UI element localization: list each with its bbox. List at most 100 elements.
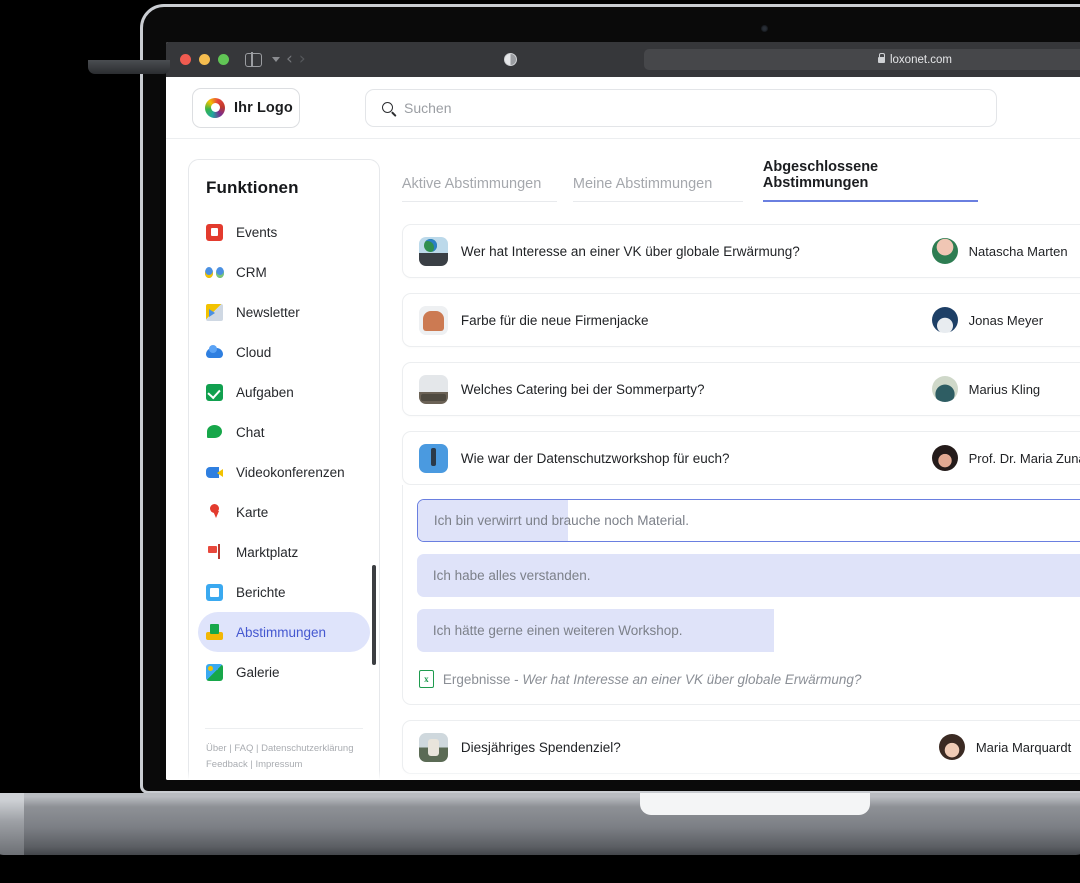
tab-meine-abstimmungen[interactable]: Meine Abstimmungen (572, 176, 743, 202)
poll-title: Welches Catering bei der Sommerparty? (460, 381, 705, 397)
chevron-down-icon[interactable] (272, 57, 280, 62)
poll-option-label: Ich habe alles verstanden. (432, 568, 591, 583)
sidebar-nav: Events CRM Newsletter Cloud Aufgaben Cha… (189, 212, 379, 718)
report-document-icon (206, 583, 223, 601)
avatar (938, 734, 965, 760)
cloud-icon (206, 344, 223, 361)
map-pin-icon (206, 503, 223, 521)
poll-author: Marius Kling (931, 376, 1080, 402)
tab-bar: Aktive Abstimmungen Meine Abstimmungen A… (401, 159, 1080, 202)
body-area: Funktionen Events CRM Newsletter Cloud A… (166, 139, 1080, 780)
sidebar-item-galerie[interactable]: Galerie (198, 652, 370, 692)
author-name: Marius Kling (968, 381, 1041, 397)
sidebar-toggle-icon[interactable] (245, 51, 262, 68)
sweater-thumbnail (418, 305, 448, 335)
sidebar-item-label: Karte (236, 504, 269, 520)
poll-author: Natascha Marten (931, 238, 1080, 264)
sidebar-item-label: Abstimmungen (236, 624, 327, 640)
poll-option[interactable]: Ich hätte gerne einen weiteren Workshop. (416, 609, 1080, 652)
poll-option-label: Ich bin verwirrt und brauche noch Materi… (433, 513, 689, 528)
sidebar-item-chat[interactable]: Chat (198, 412, 370, 452)
sidebar-item-abstimmungen[interactable]: Abstimmungen (198, 612, 370, 652)
sidebar-item-marktplatz[interactable]: Marktplatz (198, 532, 370, 572)
device-thumbnail (418, 443, 448, 473)
poll-list: Wer hat Interesse an einer VK über globa… (401, 224, 1080, 774)
sidebar-item-newsletter[interactable]: Newsletter (198, 292, 370, 332)
laptop-base-left-edge (0, 793, 24, 855)
table-row[interactable]: Diesjähriges Spendenziel? Maria Marquard… (401, 720, 1080, 774)
sidebar: Funktionen Events CRM Newsletter Cloud A… (188, 159, 380, 780)
author-name: Prof. Dr. Maria Zunade-Elster (968, 450, 1080, 466)
globe-thumbnail (418, 236, 448, 266)
tab-abgeschlossene-abstimmungen[interactable]: Abgeschlossene Abstimmungen (762, 159, 978, 202)
brand-ring-icon (205, 97, 225, 118)
minimize-window-button[interactable] (199, 54, 210, 65)
sidebar-item-label: Aufgaben (236, 384, 294, 400)
sidebar-item-aufgaben[interactable]: Aufgaben (198, 372, 370, 412)
search-placeholder: Suchen (404, 99, 452, 116)
window-controls[interactable] (180, 54, 229, 65)
webcam-icon (761, 25, 768, 32)
sidebar-item-karte[interactable]: Karte (198, 492, 370, 532)
table-row[interactable]: Wie war der Datenschutzworkshop für euch… (401, 431, 1080, 485)
sidebar-item-label: Marktplatz (236, 544, 299, 560)
poll-option[interactable]: Ich bin verwirrt und brauche noch Materi… (416, 499, 1080, 542)
sidebar-item-label: Cloud (236, 344, 272, 360)
sidebar-item-berichte[interactable]: Berichte (198, 572, 370, 612)
checkbox-tasks-icon (206, 383, 223, 401)
main-content: Aktive Abstimmungen Meine Abstimmungen A… (401, 159, 1080, 780)
calendar-events-icon (206, 223, 223, 241)
chat-bubble-icon (206, 424, 223, 441)
binoculars-crm-icon (205, 264, 224, 281)
reader-mode-icon[interactable] (504, 53, 517, 66)
excel-file-icon: x (418, 670, 434, 688)
tab-aktive-abstimmungen[interactable]: Aktive Abstimmungen (401, 176, 557, 202)
sidebar-item-events[interactable]: Events (198, 212, 370, 252)
logo[interactable]: Ihr Logo (192, 87, 300, 128)
search-field[interactable]: Suchen (365, 88, 997, 127)
sidebar-item-crm[interactable]: CRM (198, 252, 370, 292)
url-text: loxonet.com (889, 53, 952, 66)
newsletter-mail-icon (206, 303, 223, 321)
laptop-base (0, 793, 1080, 855)
sidebar-item-label: Galerie (236, 664, 280, 680)
results-label: Ergebnisse - Wer hat Interesse an einer … (443, 672, 861, 687)
table-row[interactable]: Farbe für die neue Firmenjacke Jonas Mey… (401, 293, 1080, 347)
sidebar-item-cloud[interactable]: Cloud (198, 332, 370, 372)
avatar (931, 238, 958, 264)
table-row[interactable]: Wer hat Interesse an einer VK über globa… (401, 224, 1080, 278)
maximize-window-button[interactable] (218, 54, 229, 65)
results-prefix: Ergebnisse - (442, 671, 523, 687)
table-row[interactable]: Welches Catering bei der Sommerparty? Ma… (401, 362, 1080, 416)
sidebar-item-label: Chat (236, 424, 265, 440)
back-button[interactable]: ‹ (286, 51, 293, 68)
poll-option-label: Ich hätte gerne einen weiteren Workshop. (432, 623, 683, 638)
sidebar-item-videokonferenzen[interactable]: Videokonferenzen (198, 452, 370, 492)
close-window-button[interactable] (180, 54, 191, 65)
screenshot-stage: ‹ › loxonet.com ↻ Ihr Logo Suchen (0, 0, 1080, 883)
address-bar[interactable]: loxonet.com ↻ (644, 49, 1080, 70)
laptop-base-foot (88, 60, 170, 74)
sidebar-item-label: Events (236, 224, 278, 240)
lock-icon (877, 53, 886, 63)
poll-author: Jonas Meyer (931, 307, 1080, 333)
gallery-image-icon (206, 663, 223, 681)
author-name: Jonas Meyer (968, 312, 1044, 328)
sidebar-item-label: CRM (236, 264, 267, 280)
browser-window: ‹ › loxonet.com ↻ Ihr Logo Suchen (166, 42, 1080, 780)
poll-author: Maria Marquardt (938, 734, 1080, 760)
browser-toolbar: ‹ › loxonet.com ↻ (166, 42, 1080, 77)
landscape-thumbnail (418, 374, 448, 404)
author-name: Maria Marquardt (975, 739, 1072, 755)
marketplace-flag-icon (206, 543, 223, 561)
content-fade (166, 770, 1080, 780)
export-results-link[interactable]: x Ergebnisse - Wer hat Interesse an eine… (403, 664, 1080, 694)
poll-author: Prof. Dr. Maria Zunade-Elster (931, 445, 1080, 471)
poll-option[interactable]: Ich habe alles verstanden. (416, 554, 1080, 597)
forward-button[interactable]: › (299, 51, 306, 68)
footer-links-row-1[interactable]: Über | FAQ | Datenschutzerklärung (206, 741, 379, 758)
sidebar-scrollbar[interactable] (372, 565, 376, 665)
logo-text: Ihr Logo (234, 99, 293, 116)
page-content: Ihr Logo Suchen Funktionen Events CRM Ne… (166, 77, 1080, 780)
poll-title: Wer hat Interesse an einer VK über globa… (460, 243, 800, 259)
